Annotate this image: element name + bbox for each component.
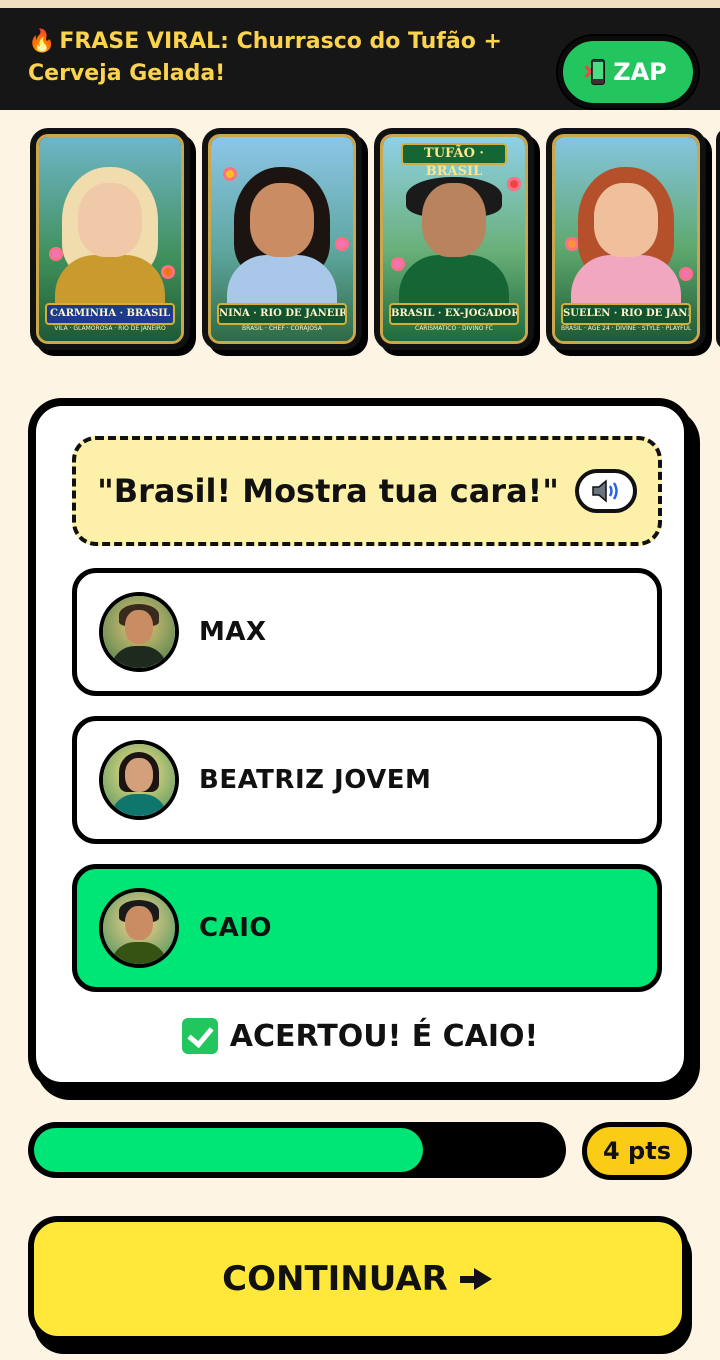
continue-button[interactable]: CONTINUAR: [28, 1216, 688, 1342]
card-name: CARMINHA · BRASIL: [45, 303, 175, 325]
option-label: CAIO: [199, 913, 272, 943]
card-subtitle: VILÃ · GLAMOROSA · RIO DE JANEIRO: [54, 325, 166, 332]
arrow-right-icon: [459, 1267, 494, 1291]
progress-bar: [28, 1122, 566, 1178]
avatar: [99, 592, 179, 672]
option-label: BEATRIZ JOVEM: [199, 765, 432, 795]
card-art: TUFÃO · BRASIL BRASIL · EX-JOGADOR CARIS…: [380, 134, 528, 344]
quiz-panel: "Brasil! Mostra tua cara!" MAX BEATRIZ J…: [28, 398, 692, 1090]
score-badge: 4 pts: [582, 1122, 692, 1180]
next-card-edge[interactable]: [716, 128, 720, 350]
quote-text: "Brasil! Mostra tua cara!": [97, 472, 559, 510]
fire-icon: 🔥: [28, 29, 56, 54]
check-mark-icon: [181, 1018, 218, 1054]
card-art: NINA · RIO DE JANEIRO BRASIL · CHEF · CO…: [208, 134, 356, 344]
character-card[interactable]: CARMINHA · BRASIL VILÃ · GLAMOROSA · RIO…: [30, 128, 190, 350]
result-text: ACERTOU! É CAIO!: [229, 1018, 539, 1054]
option-label: MAX: [199, 617, 267, 647]
viral-phrase-banner: 🔥 FRASE VIRAL: Churrasco do Tufão + Cerve…: [0, 8, 720, 110]
quote-box: "Brasil! Mostra tua cara!": [72, 436, 662, 546]
answer-option-beatriz-jovem[interactable]: BEATRIZ JOVEM: [72, 716, 662, 844]
card-art: CARMINHA · BRASIL VILÃ · GLAMOROSA · RIO…: [36, 134, 184, 344]
top-edge: [0, 0, 720, 8]
card-name: BRASIL · EX-JOGADOR: [389, 303, 519, 325]
banner-text: 🔥 FRASE VIRAL: Churrasco do Tufão + Cerve…: [28, 26, 568, 96]
card-subtitle: BRASIL · CHEF · CORAJOSA: [242, 325, 322, 332]
answer-option-max[interactable]: MAX: [72, 568, 662, 696]
progress-fill: [34, 1128, 423, 1172]
card-top-title: TUFÃO · BRASIL: [401, 143, 507, 179]
card-subtitle: BRASIL · AGE 24 · DIVINE · STYLE · PLAYF…: [561, 325, 691, 332]
play-audio-button[interactable]: [574, 469, 637, 513]
avatar: [99, 740, 179, 820]
avatar: [99, 888, 179, 968]
banner-phrase: FRASE VIRAL: Churrasco do Tufão + Cervej…: [28, 29, 502, 86]
share-zap-label: ZAP: [613, 58, 667, 86]
score-label: 4 pts: [603, 1137, 671, 1165]
card-name: SUELEN · RIO DE JANEIRO: [561, 303, 691, 325]
card-name: NINA · RIO DE JANEIRO: [217, 303, 347, 325]
phone-icon: [580, 59, 607, 85]
card-art: SUELEN · RIO DE JANEIRO BRASIL · AGE 24 …: [552, 134, 700, 344]
answer-option-caio[interactable]: CAIO: [72, 864, 662, 992]
character-card[interactable]: TUFÃO · BRASIL BRASIL · EX-JOGADOR CARIS…: [374, 128, 534, 350]
speaker-icon: [592, 479, 618, 503]
result-message: ACERTOU! É CAIO!: [36, 1018, 684, 1054]
character-card[interactable]: SUELEN · RIO DE JANEIRO BRASIL · AGE 24 …: [546, 128, 706, 350]
share-zap-button[interactable]: ZAP: [558, 36, 698, 108]
card-subtitle: CARISMÁTICO · DIVINO FC: [415, 325, 493, 332]
continue-label: CONTINUAR: [222, 1259, 448, 1299]
character-card[interactable]: NINA · RIO DE JANEIRO BRASIL · CHEF · CO…: [202, 128, 362, 350]
character-card-carousel[interactable]: CARMINHA · BRASIL VILÃ · GLAMOROSA · RIO…: [0, 128, 720, 356]
